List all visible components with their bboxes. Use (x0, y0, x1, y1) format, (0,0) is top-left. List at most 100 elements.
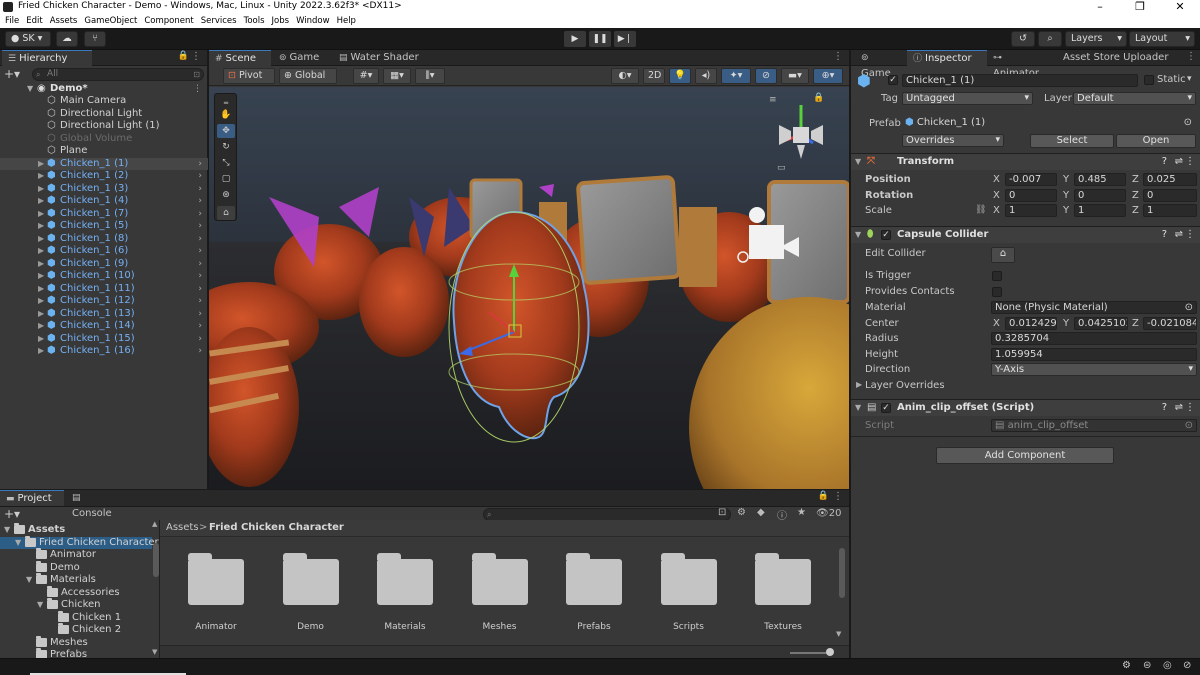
expand-arrow-icon[interactable]: ▶ (38, 183, 44, 195)
script-enabled-checkbox[interactable]: ✓ (881, 403, 891, 413)
more-options-icon[interactable]: ⋮ (833, 51, 843, 62)
project-tree-item[interactable]: Accessories (0, 585, 152, 600)
position-z-field[interactable]: 0.025 (1143, 173, 1197, 186)
tab-game[interactable]: ⊚Game (855, 50, 905, 79)
rotation-z-field[interactable]: 0 (1143, 189, 1197, 202)
collab-icon[interactable]: ⑂ (84, 31, 106, 47)
menu-tools[interactable]: Tools (244, 14, 265, 28)
expand-arrow-icon[interactable]: ▼ (15, 537, 21, 549)
expand-arrow-icon[interactable]: ▼ (26, 574, 32, 586)
tag-dropdown[interactable]: Untagged (902, 92, 1033, 105)
expand-arrow-icon[interactable]: ▶ (38, 283, 44, 295)
hierarchy-item[interactable]: ⬡ Directional Light (0, 108, 208, 121)
breadcrumb-assets[interactable]: Assets (166, 522, 199, 533)
transform-tool-icon[interactable]: ⊛ (217, 188, 235, 202)
chevron-right-icon[interactable]: › (198, 320, 202, 332)
hierarchy-item[interactable]: ▶ ⬢ Chicken_1 (12) › (0, 295, 208, 308)
static-checkbox[interactable] (1144, 75, 1154, 85)
hierarchy-item[interactable]: ▶ ⬢ Chicken_1 (11) › (0, 283, 208, 296)
chevron-right-icon[interactable]: › (198, 183, 202, 195)
camera-settings-icon[interactable]: ▬▾ (781, 68, 809, 84)
chevron-right-icon[interactable]: › (198, 245, 202, 257)
restore-icon[interactable]: ❐ (1120, 0, 1160, 13)
rotation-y-field[interactable]: 0 (1074, 189, 1126, 202)
add-component-button[interactable]: Add Component (936, 447, 1114, 464)
expand-arrow-icon[interactable]: ▶ (38, 170, 44, 182)
more-options-icon[interactable]: ⋮ (1185, 154, 1195, 170)
script-component-header[interactable]: ▼ ▤ ✓ Anim_clip_offset (Script) ? ⇌ ⋮ (851, 399, 1200, 416)
more-options-icon[interactable]: ⋮ (191, 51, 201, 62)
layer-dropdown[interactable]: Default (1073, 92, 1196, 105)
chevron-right-icon[interactable]: › (198, 170, 202, 182)
gizmos-toggle-icon[interactable]: ⊕▾ (813, 68, 843, 84)
expand-arrow-icon[interactable]: ▼ (4, 524, 10, 536)
cache-server-icon[interactable]: ⊜ (1143, 660, 1151, 671)
search-by-type-icon[interactable]: ⊡ (718, 507, 726, 518)
rotate-tool-icon[interactable]: ↻ (217, 140, 235, 154)
camera-preview-icon[interactable]: ▭ (777, 163, 786, 173)
lighting-toggle-icon[interactable]: 💡 (669, 68, 691, 84)
pause-button[interactable]: ❚❚ (589, 31, 611, 47)
step-button[interactable]: ▶❘ (614, 31, 636, 47)
move-tool-icon[interactable]: ✥ (217, 124, 235, 138)
scale-tool-icon[interactable]: ⤡ (217, 156, 235, 170)
chevron-right-icon[interactable]: › (198, 333, 202, 345)
more-options-icon[interactable]: ⋮ (1185, 227, 1195, 243)
minimize-icon[interactable]: – (1080, 0, 1120, 13)
hierarchy-item[interactable]: ▶ ⬢ Chicken_1 (2) › (0, 170, 208, 183)
tab-water-shader[interactable]: ▤ Water Shader (333, 50, 425, 66)
menu-help[interactable]: Help (337, 14, 356, 28)
chevron-right-icon[interactable]: › (198, 208, 202, 220)
scroll-down-icon[interactable]: ▼ (836, 630, 841, 638)
expand-arrow-icon[interactable]: ▶ (38, 320, 44, 332)
project-tree-item[interactable]: ▼ Fried Chicken Character (0, 535, 159, 549)
hierarchy-item[interactable]: ▶ ⬢ Chicken_1 (8) › (0, 233, 208, 246)
center-y-field[interactable]: 0.0425102 (1074, 317, 1128, 330)
expand-arrow-icon[interactable]: ▼ (37, 599, 43, 611)
project-tree-item[interactable]: ▼ Chicken (0, 598, 152, 612)
pivot-dropdown[interactable]: ⊡ Pivot ▾ (223, 68, 275, 95)
menu-jobs[interactable]: Jobs (272, 14, 290, 28)
cloud-icon[interactable]: ☁ (56, 31, 78, 47)
chevron-down-icon[interactable]: ▾ (1187, 74, 1192, 84)
overrides-dropdown[interactable]: Overrides (902, 134, 1004, 147)
chevron-right-icon[interactable]: › (198, 270, 202, 282)
expand-arrow-icon[interactable]: ▶ (38, 333, 44, 345)
draw-mode-icon[interactable]: ◐▾ (611, 68, 639, 84)
more-options-icon[interactable]: ⋮ (1185, 400, 1195, 416)
effects-toggle-icon[interactable]: ✦▾ (721, 68, 751, 84)
chevron-right-icon[interactable]: › (198, 220, 202, 232)
expand-arrow-icon[interactable]: ▶ (38, 295, 44, 307)
layers-dropdown[interactable]: Layers ▾ (1065, 31, 1127, 47)
is-trigger-checkbox[interactable] (992, 271, 1002, 281)
expand-arrow-icon[interactable]: ▶ (38, 158, 44, 170)
auto-generate-lighting-icon[interactable]: ◎ (1163, 660, 1172, 671)
grid-snap-icon[interactable]: #▾ (353, 68, 379, 84)
chevron-right-icon[interactable]: › (198, 258, 202, 270)
chevron-right-icon[interactable]: › (198, 233, 202, 245)
hierarchy-item[interactable]: ▶ ⬢ Chicken_1 (16) › (0, 345, 208, 358)
layout-dropdown[interactable]: Layout ▾ (1129, 31, 1195, 47)
project-tree-item[interactable]: Animator (0, 548, 152, 562)
hand-tool-icon[interactable]: ✋ (217, 108, 235, 122)
tab-console[interactable]: ▤ Console (66, 490, 128, 519)
more-options-icon[interactable]: ⋮ (193, 83, 202, 95)
object-picker-icon[interactable]: ⊙ (1185, 302, 1193, 313)
expand-arrow-icon[interactable]: ▶ (38, 220, 44, 232)
height-field[interactable]: 1.059954 (991, 348, 1197, 361)
hierarchy-item[interactable]: ⬡ Global Volume (0, 133, 208, 146)
expand-arrow-icon[interactable]: ▼ (27, 83, 33, 95)
project-tree-item[interactable]: Chicken 2 (0, 623, 152, 637)
hierarchy-item[interactable]: ⬡ Main Camera (0, 95, 208, 108)
expand-arrow-icon[interactable]: ▶ (38, 270, 44, 282)
expand-arrow-icon[interactable]: ▶ (38, 233, 44, 245)
zoom-slider-handle[interactable] (826, 648, 834, 656)
scroll-down-icon[interactable]: ▼ (152, 648, 157, 656)
grid-scrollbar[interactable] (839, 548, 845, 598)
open-button[interactable]: Open (1116, 134, 1196, 148)
persp-lock-icon[interactable]: 🔒 (813, 93, 824, 103)
hierarchy-item[interactable]: ▶ ⬢ Chicken_1 (9) › (0, 258, 208, 271)
center-x-field[interactable]: 0.0124299 (1005, 317, 1057, 330)
increment-snap-icon[interactable]: ⫼▾ (415, 68, 445, 84)
menu-component[interactable]: Component (144, 14, 193, 28)
